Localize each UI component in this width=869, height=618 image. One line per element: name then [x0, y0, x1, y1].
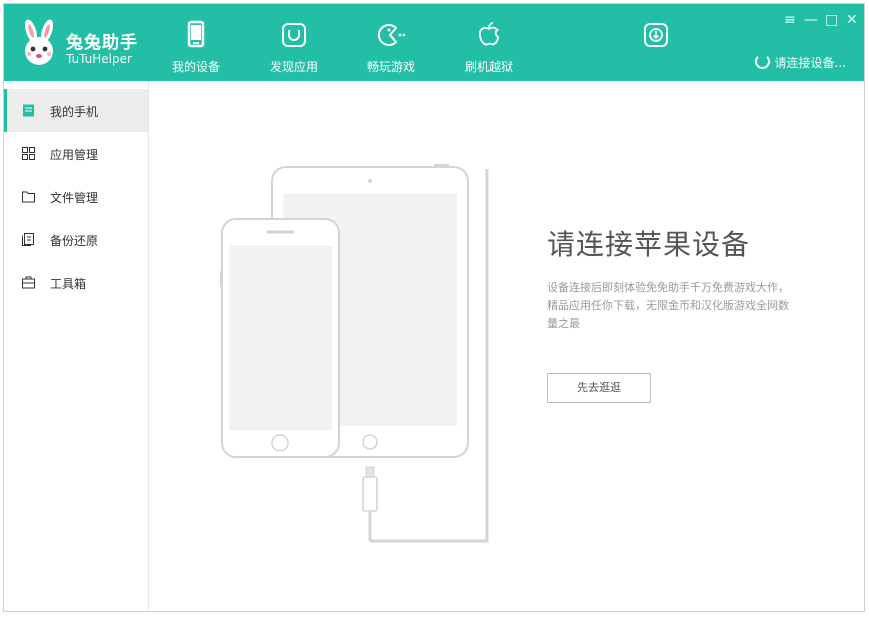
connect-status-label: 请连接设备...: [774, 56, 846, 70]
nav-label: 畅玩游戏: [366, 60, 415, 74]
close-icon[interactable]: ✕: [846, 12, 858, 28]
grid-icon: [22, 147, 35, 160]
browse-first-button[interactable]: 先去逛逛: [547, 373, 651, 403]
phone-icon: [187, 20, 205, 48]
nav-downloads[interactable]: [616, 4, 696, 81]
sidebar-item-label: 我的手机: [50, 105, 99, 119]
backup-icon: [22, 233, 34, 246]
sidebar-item-label: 文件管理: [50, 191, 99, 205]
sidebar-item-app-management[interactable]: 应用管理: [4, 132, 148, 175]
apple-icon: [478, 22, 499, 46]
folder-icon: [22, 191, 35, 203]
top-bar: 兔兔助手 TuTuHelper 我的设备 发现应用 畅玩游戏 刷机越狱 ≡ — …: [4, 4, 864, 81]
toolbox-icon: [22, 276, 35, 289]
app-name-en: TuTuHelper: [66, 52, 132, 66]
nav-my-devices[interactable]: 我的设备: [156, 4, 236, 81]
connect-status[interactable]: 请连接设备...: [754, 54, 846, 71]
maximize-icon[interactable]: □: [825, 12, 838, 28]
nav-jailbreak[interactable]: 刷机越狱: [449, 4, 529, 81]
sidebar-item-toolbox[interactable]: 工具箱: [4, 261, 148, 304]
page-title: 请连接苹果设备: [547, 228, 751, 261]
nav-play-games[interactable]: 畅玩游戏: [351, 4, 431, 81]
app-window: 兔兔助手 TuTuHelper 我的设备 发现应用 畅玩游戏 刷机越狱 ≡ — …: [3, 3, 865, 612]
sidebar-item-label: 应用管理: [50, 148, 99, 162]
download-icon: [644, 23, 668, 47]
sidebar-item-my-phone[interactable]: 我的手机: [4, 89, 148, 132]
rabbit-logo-icon: [24, 19, 54, 65]
description-text: 设备连接后即刻体验免免助手千万免费游戏大作，精品应用任你下载，无限金币和汉化版游…: [547, 281, 789, 330]
sidebar-item-backup-restore[interactable]: 备份还原: [4, 218, 148, 261]
refresh-icon: [754, 54, 770, 69]
device-connection-illustration: [220, 164, 489, 543]
sidebar-item-label: 工具箱: [50, 277, 87, 291]
sidebar-item-label: 备份还原: [50, 234, 99, 248]
nav-discover-apps[interactable]: 发现应用: [254, 4, 334, 81]
minimize-icon[interactable]: —: [804, 12, 818, 28]
sidebar: 我的手机 应用管理 文件管理 备份还原 工具箱: [4, 81, 149, 611]
menu-icon[interactable]: ≡: [784, 12, 796, 28]
nav-label: 我的设备: [171, 60, 220, 74]
main-content: 请连接苹果设备 设备连接后即刻体验免免助手千万免费游戏大作，精品应用任你下载，无…: [149, 81, 864, 611]
nav-label: 发现应用: [269, 60, 318, 74]
nav-label: 刷机越狱: [464, 60, 513, 74]
bag-icon: [282, 23, 306, 47]
sidebar-item-file-management[interactable]: 文件管理: [4, 175, 148, 218]
book-icon: [23, 104, 34, 117]
gamepad-icon: [377, 24, 406, 46]
app-name: 兔兔助手: [66, 33, 138, 53]
